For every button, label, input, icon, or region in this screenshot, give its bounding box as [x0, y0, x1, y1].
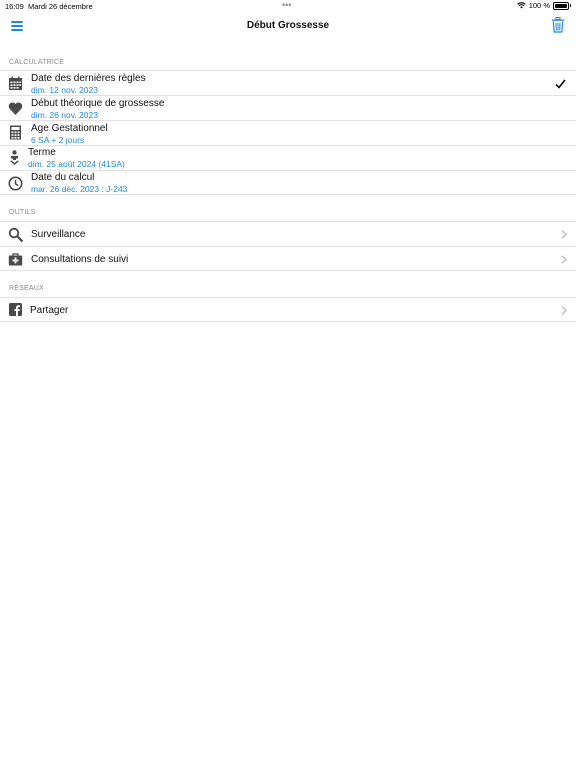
chevron-right-icon — [561, 255, 567, 264]
calendar-icon — [9, 76, 22, 90]
facebook-icon — [9, 303, 22, 316]
medical-bag-icon — [8, 253, 23, 266]
checkmark-icon — [555, 79, 566, 89]
row-label: Début théorique de grossesse — [31, 98, 165, 109]
status-time: 16:09 — [5, 2, 24, 11]
row-value: dim. 25 août 2024 (41SA) — [28, 159, 125, 169]
row-label: Age Gestationnel — [31, 123, 108, 134]
row-value: dim. 26 nov. 2023 — [31, 110, 98, 120]
navigation-bar: Début Grossesse — [0, 12, 576, 42]
heart-icon — [8, 102, 23, 115]
row-value: mar. 26 déc. 2023 : J-243 — [31, 184, 128, 194]
row-consultations[interactable]: Consultations de suivi — [0, 246, 576, 271]
row-date-dernieres-regles[interactable]: Date des dernières règles dim. 12 nov. 2… — [0, 70, 576, 95]
row-partager[interactable]: Partager — [0, 297, 576, 322]
search-icon — [8, 227, 23, 242]
row-debut-theorique[interactable]: Début théorique de grossesse dim. 26 nov… — [0, 95, 576, 120]
page-title: Début Grossesse — [246, 20, 330, 31]
battery-tip — [570, 4, 571, 7]
row-age-gestationnel[interactable]: Age Gestationnel 6 SA + 2 jours — [0, 120, 576, 145]
section-header-reseaux: RÉSEAUX — [9, 285, 44, 292]
row-date-du-calcul[interactable]: Date du calcul mar. 26 déc. 2023 : J-243 — [0, 170, 576, 195]
clock-icon — [8, 176, 23, 191]
row-label: Date des dernières règles — [31, 73, 146, 84]
calculator-icon — [10, 125, 21, 140]
row-surveillance[interactable]: Surveillance — [0, 221, 576, 246]
row-label: Surveillance — [31, 229, 86, 240]
wifi-icon — [516, 2, 526, 9]
multitasking-dots[interactable]: ••• — [282, 0, 291, 10]
divider — [0, 194, 576, 195]
battery-percent: 100 % — [528, 1, 550, 10]
chevron-right-icon — [561, 230, 567, 239]
row-label: Terme — [28, 147, 56, 158]
row-value: dim. 12 nov. 2023 — [31, 85, 98, 95]
battery-icon — [553, 1, 569, 10]
row-terme[interactable]: Terme dim. 25 août 2024 (41SA) — [0, 145, 576, 170]
row-value: 6 SA + 2 jours — [31, 135, 85, 145]
status-right: 100 % — [516, 1, 571, 10]
chevron-right-icon — [561, 306, 567, 315]
row-label: Consultations de suivi — [31, 254, 129, 265]
row-label: Date du calcul — [31, 172, 95, 183]
section-header-calculatrice: CALCULATRICE — [9, 59, 65, 66]
section-header-outils: OUTILS — [9, 209, 36, 216]
status-date: Mardi 26 décembre — [28, 2, 93, 11]
baby-icon — [10, 150, 19, 165]
trash-icon[interactable] — [551, 17, 565, 33]
status-bar: 16:09 Mardi 26 décembre ••• 100 % — [0, 0, 576, 12]
row-label: Partager — [30, 305, 69, 316]
